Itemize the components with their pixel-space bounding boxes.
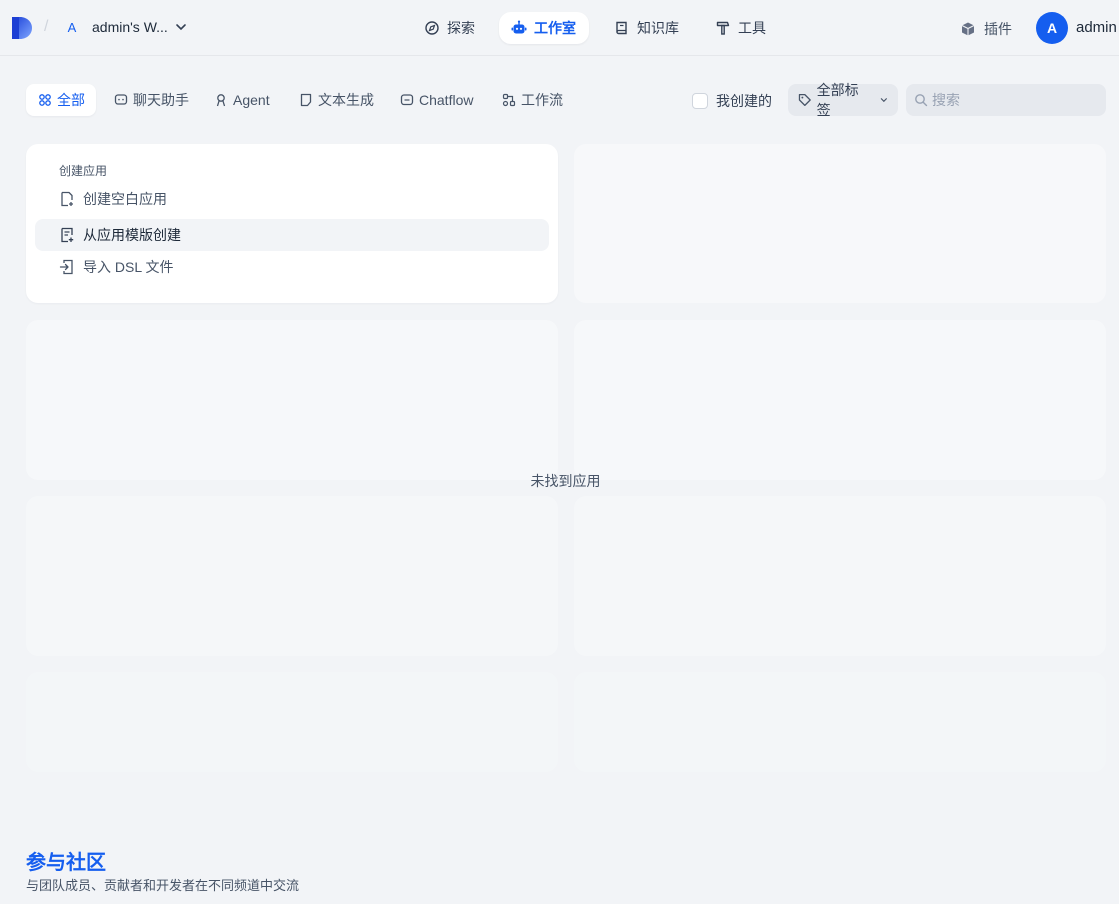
top-header: / A admin's W... 探索 工作室 知识库 工具 插件 A admi… [0, 0, 1119, 56]
nav-explore[interactable]: 探索 [412, 12, 487, 44]
nav-tools-label: 工具 [738, 20, 766, 36]
file-plus-icon [61, 191, 73, 207]
workspace-name[interactable]: admin's W... [92, 19, 168, 35]
nav-studio[interactable]: 工作室 [499, 12, 589, 44]
community-description: 与团队成员、贡献者和开发者在不同频道中交流 [26, 878, 300, 893]
nav-datasets[interactable]: 知识库 [602, 12, 691, 44]
tab-chat-assistant[interactable]: 聊天助手 [102, 84, 197, 116]
create-app-title: 创建应用 [59, 164, 108, 178]
breadcrumb-separator: / [44, 18, 49, 35]
cube-icon [961, 22, 975, 36]
tab-workflow[interactable]: 工作流 [490, 84, 571, 116]
file-template-icon [61, 227, 74, 243]
app-card-placeholder [574, 496, 1106, 656]
chevron-down-icon[interactable] [174, 20, 188, 34]
nav-studio-label: 工作室 [534, 20, 576, 36]
app-card-placeholder [574, 144, 1106, 303]
workspace-avatar[interactable]: A [64, 18, 80, 38]
dify-logo[interactable] [12, 17, 32, 39]
app-card-placeholder [26, 672, 558, 772]
tab-workflow-label: 工作流 [521, 92, 563, 108]
app-card-placeholder [574, 672, 1106, 772]
user-name[interactable]: admin [1076, 19, 1117, 36]
community-title: 参与社区 [26, 852, 106, 874]
user-avatar[interactable]: A [1036, 12, 1068, 44]
chat-bubble-icon [114, 94, 128, 105]
create-blank-app-label: 创建空白应用 [83, 191, 167, 207]
tab-completion-label: 文本生成 [318, 92, 374, 108]
search-input[interactable] [932, 92, 1102, 108]
nav-tools[interactable]: 工具 [703, 12, 778, 44]
grid-icon [39, 94, 51, 106]
agent-icon [216, 94, 226, 107]
tab-text-generation[interactable]: 文本生成 [287, 84, 382, 116]
workflow-icon [502, 93, 516, 107]
tab-agent-label: Agent [233, 92, 270, 108]
tag-filter-dropdown[interactable]: 全部标签 [788, 82, 898, 118]
tab-chatflow[interactable]: Chatflow [388, 84, 481, 116]
import-dsl-label: 导入 DSL 文件 [83, 259, 174, 275]
book-icon [616, 21, 627, 35]
create-app-card: 创建应用 创建空白应用 从应用模版创建 导入 DSL 文件 [26, 144, 558, 303]
empty-state-text: 未找到应用 [530, 473, 601, 489]
robot-icon [511, 20, 527, 34]
app-card-placeholder [26, 496, 558, 656]
file-import-icon [59, 259, 73, 275]
search-icon [915, 94, 928, 107]
created-by-me-checkbox[interactable] [692, 93, 708, 109]
tab-all[interactable]: 全部 [26, 84, 96, 116]
plugins-button[interactable]: 插件 [960, 19, 1012, 39]
chevron-down-icon [881, 98, 888, 103]
created-by-me-label: 我创建的 [716, 93, 772, 109]
tab-all-label: 全部 [57, 92, 85, 108]
chatflow-icon [400, 94, 414, 106]
create-from-template-button[interactable]: 从应用模版创建 [35, 219, 549, 251]
search-box[interactable] [906, 84, 1106, 116]
import-dsl-button[interactable]: 导入 DSL 文件 [35, 251, 549, 283]
app-card-placeholder [26, 320, 558, 480]
hammer-icon [716, 21, 730, 35]
tab-agent[interactable]: Agent [202, 84, 278, 116]
create-blank-app-button[interactable]: 创建空白应用 [35, 183, 549, 215]
note-icon [300, 93, 312, 107]
created-by-me-filter[interactable]: 我创建的 [692, 91, 772, 111]
nav-explore-label: 探索 [447, 20, 475, 36]
tag-icon [798, 94, 811, 106]
plugins-label: 插件 [984, 21, 1012, 37]
tab-chatflow-label: Chatflow [419, 92, 474, 108]
tag-filter-label: 全部标签 [816, 82, 859, 118]
app-card-placeholder [574, 320, 1106, 480]
tab-chat-label: 聊天助手 [133, 92, 189, 108]
nav-datasets-label: 知识库 [637, 20, 679, 36]
create-from-template-label: 从应用模版创建 [83, 227, 181, 243]
compass-icon [425, 21, 439, 35]
